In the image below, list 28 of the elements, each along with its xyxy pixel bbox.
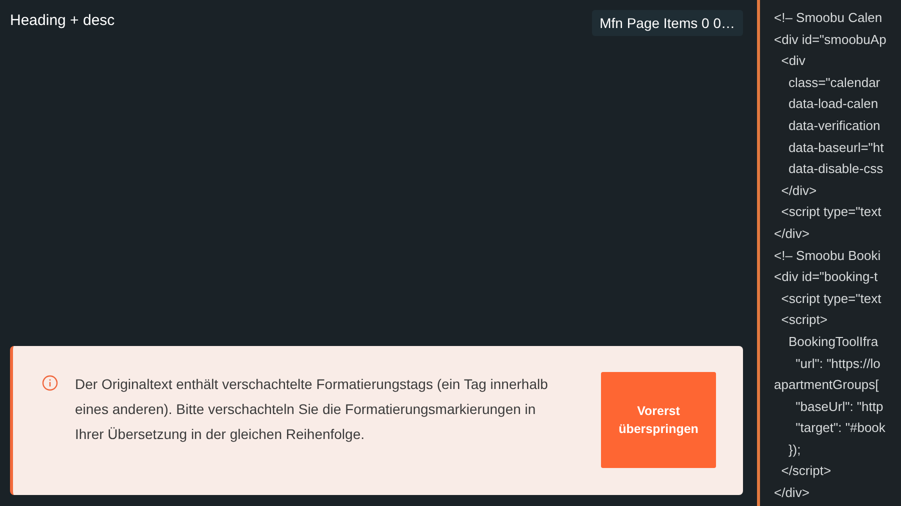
- code-line: class="calendar: [787, 74, 882, 92]
- code-line: <div: [780, 52, 806, 70]
- code-line: <script>: [780, 311, 828, 330]
- warning-message: Der Originaltext enthält verschachtelte Formatierungstags (ein Tag innerhalb eines anderen). Bitte verschachteln Sie die Formatierungsmarkierungen in Ihrer Übersetzung in der gleichen Reihenfolge.: [75, 375, 549, 444]
- skip-button[interactable]: Vorerst überspringen: [601, 372, 716, 468]
- code-line: "target": "#book: [794, 419, 886, 438]
- code-line: BookingToolIfra: [787, 332, 880, 351]
- code-line: "baseUrl": "http: [794, 398, 884, 416]
- info-icon: [42, 375, 58, 391]
- code-line: <!– Smoobu Calen: [774, 9, 884, 27]
- code-line: <div id="smoobuAp: [774, 30, 888, 49]
- code-line: data-verification: [787, 116, 882, 135]
- code-line: </div>: [774, 224, 810, 243]
- code-line: "url": "https://lo: [794, 354, 882, 373]
- code-line: <!– Smoobu Booki: [774, 246, 882, 265]
- page-items-badge: Mfn Page Items 0 0…: [592, 10, 743, 36]
- code-line: data-load-calen: [787, 95, 880, 114]
- heading: Heading + desc: [10, 12, 115, 29]
- code-line: </div>: [780, 182, 818, 200]
- code-line: <script type="text: [780, 203, 882, 222]
- code-line: data-baseurl="ht: [787, 138, 885, 157]
- code-line: <div id="booking-t: [774, 268, 879, 286]
- code-line: data-disable-css: [787, 160, 884, 178]
- code-line: </script>: [780, 462, 832, 480]
- code-line: <script type="text: [780, 290, 882, 308]
- code-line: apartmentGroups[: [774, 376, 880, 394]
- code-line: });: [787, 440, 802, 459]
- code-line: </div>: [774, 484, 810, 502]
